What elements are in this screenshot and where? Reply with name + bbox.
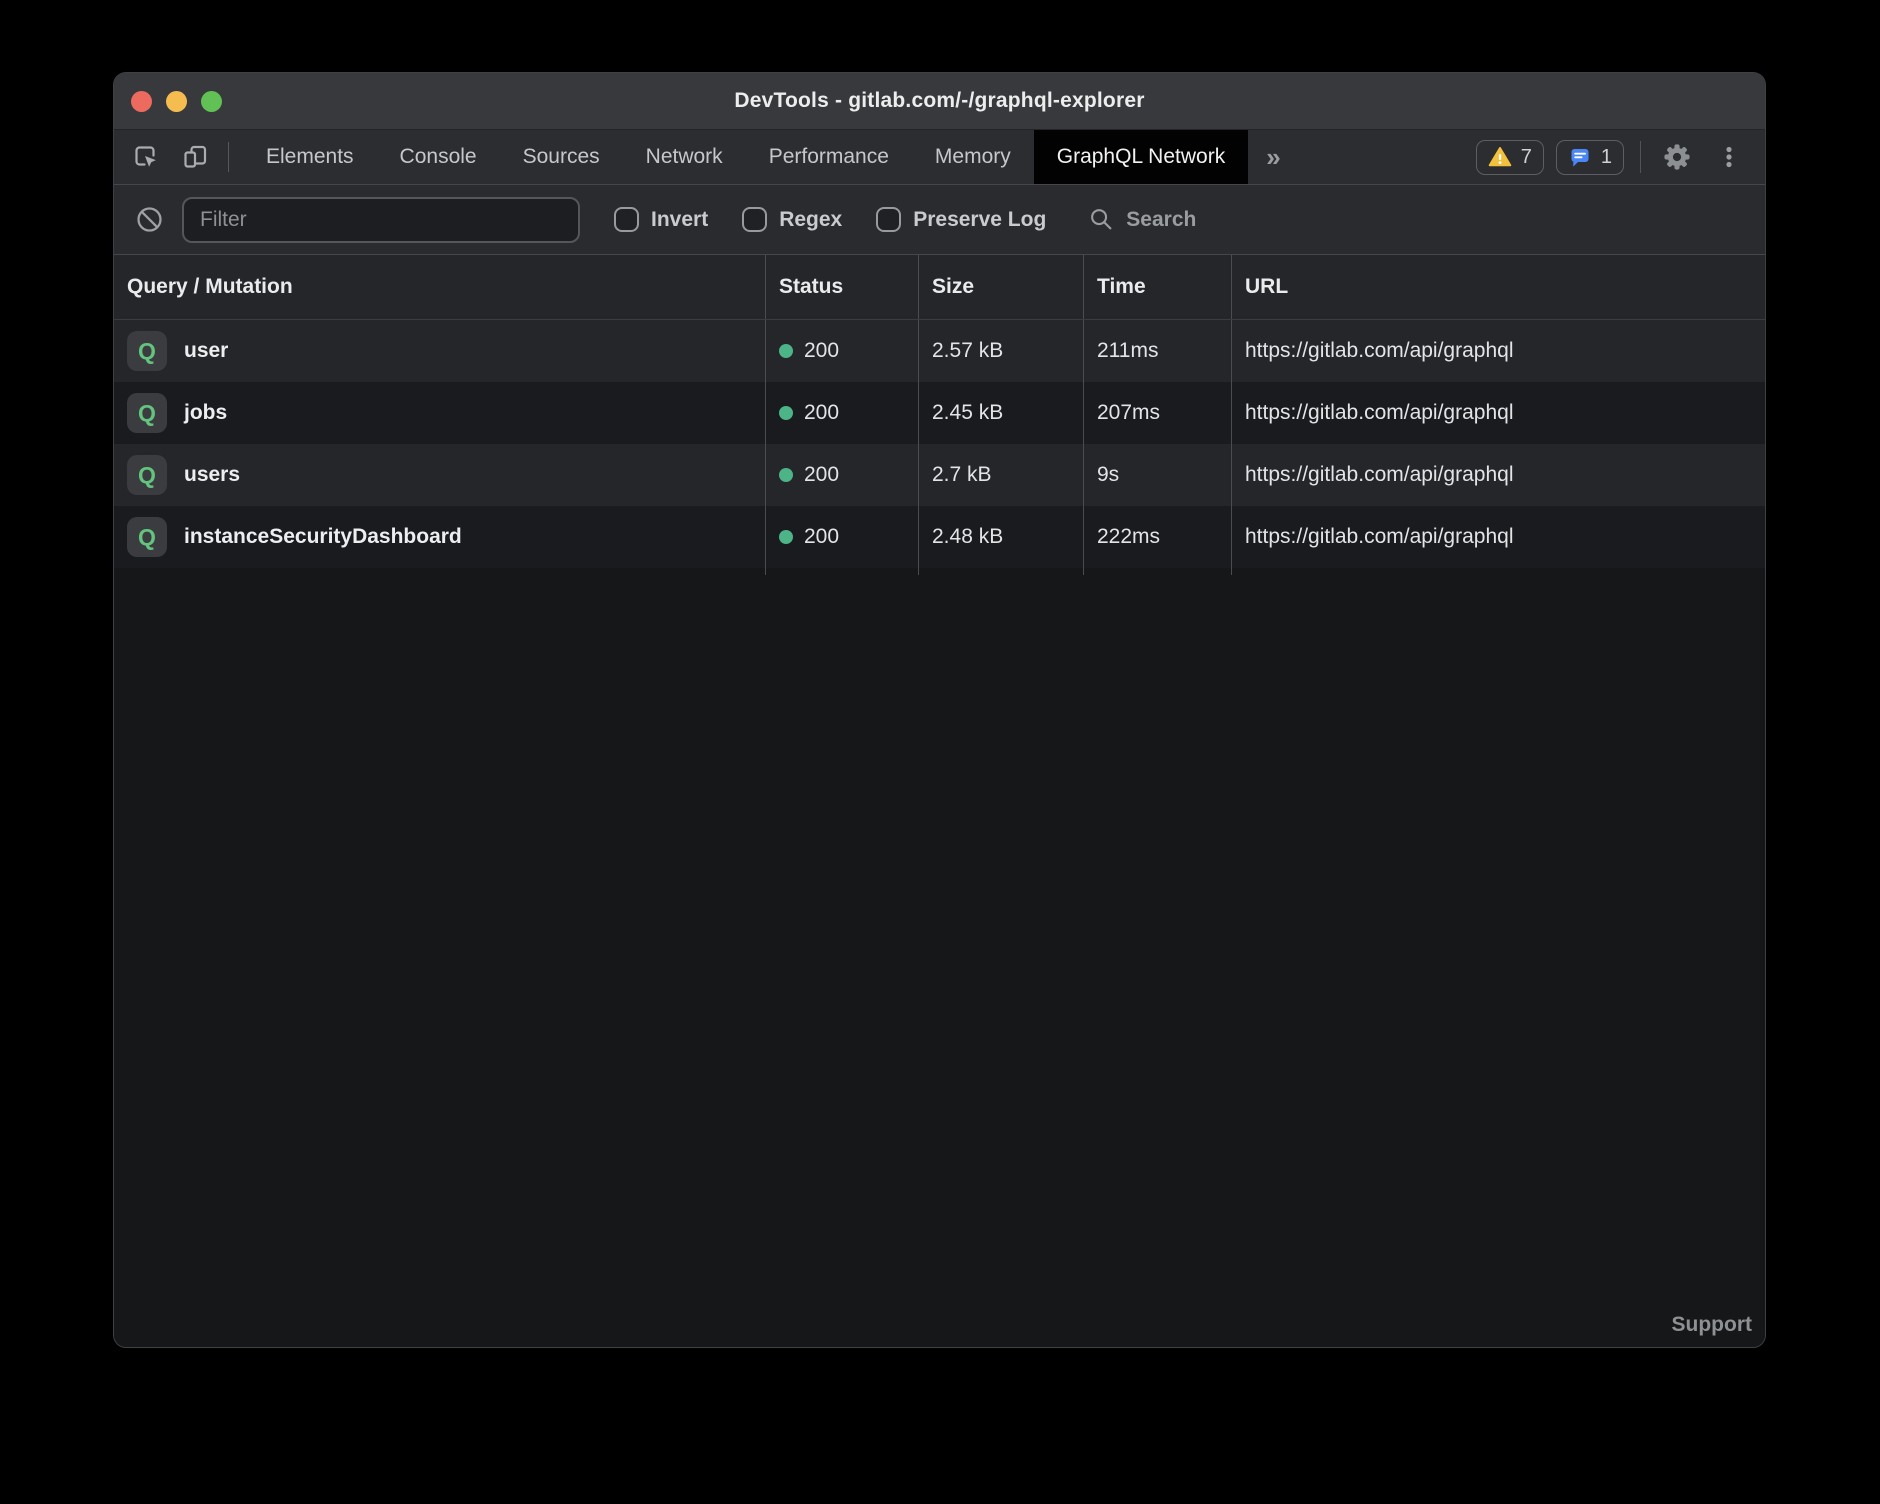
support-link[interactable]: Support [1672,1313,1752,1337]
column-header-time[interactable]: Time [1083,255,1231,319]
operation-name: users [184,463,240,487]
column-lines-stub [114,568,1765,575]
response-size: 2.45 kB [932,401,1003,425]
response-time: 211ms [1097,339,1158,363]
tab-memory[interactable]: Memory [912,130,1034,184]
more-tabs-button[interactable]: » [1248,130,1298,184]
request-url: https://gitlab.com/api/graphql [1245,339,1514,363]
panel-tabs: Elements Console Sources Network Perform… [243,130,1248,184]
window-title: DevTools - gitlab.com/-/graphql-explorer [114,89,1765,113]
titlebar: DevTools - gitlab.com/-/graphql-explorer [114,73,1765,130]
invert-checkbox-group[interactable]: Invert [614,207,708,232]
request-url: https://gitlab.com/api/graphql [1245,401,1514,425]
regex-checkbox-group[interactable]: Regex [742,207,842,232]
devtools-tabbar: Elements Console Sources Network Perform… [114,130,1765,185]
controls-divider [1640,141,1641,173]
status-code: 200 [804,463,839,487]
regex-checkbox[interactable] [742,207,767,232]
message-bubble-icon [1568,145,1592,169]
preserve-log-checkbox-group[interactable]: Preserve Log [876,207,1046,232]
status-ok-dot [779,468,793,482]
close-window-button[interactable] [131,91,152,112]
warnings-badge[interactable]: 7 [1476,140,1544,175]
status-ok-dot [779,530,793,544]
operation-name: user [184,339,228,363]
inspect-cursor-icon [132,143,160,171]
invert-label: Invert [651,208,708,232]
query-type-badge: Q [127,517,167,557]
status-ok-dot [779,406,793,420]
filter-toolbar: Invert Regex Preserve Log Search [114,185,1765,255]
zoom-window-button[interactable] [201,91,222,112]
minimize-window-button[interactable] [166,91,187,112]
invert-checkbox[interactable] [614,207,639,232]
response-size: 2.7 kB [932,463,992,487]
status-code: 200 [804,339,839,363]
response-time: 222ms [1097,525,1160,549]
operation-name: instanceSecurityDashboard [184,525,462,549]
tab-sources[interactable]: Sources [500,130,623,184]
status-code: 200 [804,401,839,425]
response-time: 207ms [1097,401,1160,425]
toggle-device-toolbar-button[interactable] [170,130,222,184]
query-type-badge: Q [127,393,167,433]
preserve-log-label: Preserve Log [913,208,1046,232]
response-time: 9s [1097,463,1119,487]
table-row[interactable]: Q users 200 2.7 kB 9s https://gitlab.com… [114,444,1765,506]
gear-icon [1661,141,1693,173]
request-url: https://gitlab.com/api/graphql [1245,463,1514,487]
issues-badge[interactable]: 1 [1556,140,1624,175]
filter-input[interactable] [182,197,580,243]
response-size: 2.48 kB [932,525,1003,549]
regex-label: Regex [779,208,842,232]
preserve-log-checkbox[interactable] [876,207,901,232]
tab-network[interactable]: Network [623,130,746,184]
operation-name: jobs [184,401,227,425]
empty-results-area: Support [114,575,1765,1347]
query-type-badge: Q [127,331,167,371]
device-toolbar-icon [182,143,210,171]
table-row[interactable]: Q jobs 200 2.45 kB 207ms https://gitlab.… [114,382,1765,444]
inspect-element-button[interactable] [114,130,170,184]
column-header-size[interactable]: Size [918,255,1083,319]
clear-log-button[interactable] [134,205,164,234]
table-header: Query / Mutation Status Size Time URL [114,255,1765,320]
query-type-badge: Q [127,455,167,495]
block-circle-icon [135,205,164,234]
settings-button[interactable] [1657,141,1697,173]
response-size: 2.57 kB [932,339,1003,363]
tab-performance[interactable]: Performance [746,130,912,184]
tabbar-right-controls: 7 1 [1476,130,1765,184]
warning-triangle-icon [1488,145,1512,169]
tab-graphql-network[interactable]: GraphQL Network [1034,130,1248,184]
warnings-count: 7 [1521,146,1532,169]
tab-console[interactable]: Console [377,130,500,184]
search-label: Search [1126,208,1196,232]
request-url: https://gitlab.com/api/graphql [1245,525,1514,549]
tab-elements[interactable]: Elements [243,130,377,184]
traffic-lights [131,91,222,112]
devtools-window: DevTools - gitlab.com/-/graphql-explorer… [113,72,1766,1348]
issues-count: 1 [1601,146,1612,169]
column-header-status[interactable]: Status [765,255,918,319]
status-code: 200 [804,525,839,549]
search-icon [1088,206,1115,233]
status-ok-dot [779,344,793,358]
table-row[interactable]: Q instanceSecurityDashboard 200 2.48 kB … [114,506,1765,568]
customize-devtools-button[interactable] [1709,144,1749,170]
tabbar-divider [228,142,229,172]
column-header-query-mutation[interactable]: Query / Mutation [114,255,765,319]
search-toggle[interactable]: Search [1088,206,1196,233]
table-row[interactable]: Q user 200 2.57 kB 211ms https://gitlab.… [114,320,1765,382]
kebab-menu-icon [1716,144,1742,170]
column-header-url[interactable]: URL [1231,255,1765,319]
